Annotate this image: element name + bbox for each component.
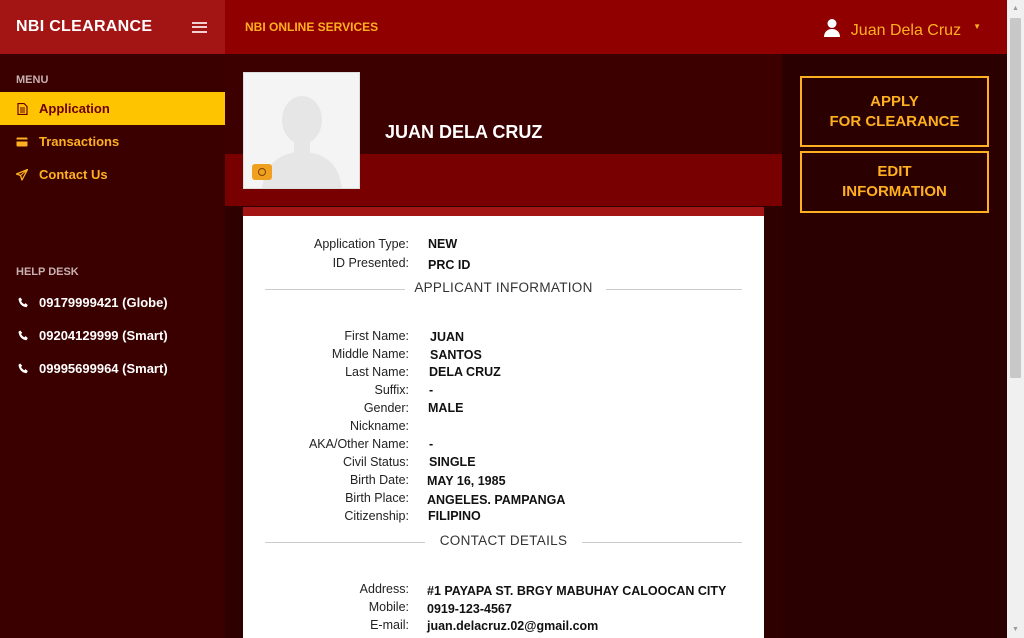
help-desk-label: HELP DESK: [16, 266, 79, 278]
field-label: Nickname:: [349, 419, 409, 433]
send-icon: [16, 168, 28, 181]
detail-row: Birth Place: ANGELES. PAMPANGA: [243, 491, 764, 509]
detail-row: Civil Status: SINGLE: [243, 455, 764, 473]
detail-row: E-mail: juan.delacruz.02@gmail.com: [243, 618, 764, 636]
chevron-down-icon: ▼: [973, 22, 981, 31]
field-value: #1 PAYAPA ST. BRGY MABUHAY CALOOCAN CITY: [427, 584, 727, 598]
scroll-down-arrow-icon[interactable]: ▼: [1007, 621, 1024, 638]
section-title: APPLICANT INFORMATION: [414, 280, 593, 295]
help-desk-phone: 09204129999 (Smart): [0, 319, 225, 352]
brand-bar: NBI CLEARANCE: [0, 0, 225, 54]
detail-row: Gender: MALE: [243, 401, 764, 419]
field-label: E-mail:: [370, 618, 409, 632]
section-contact-details: CONTACT DETAILS: [265, 533, 742, 551]
document-icon: [16, 102, 28, 115]
phone-number: 09204129999 (Smart): [39, 328, 168, 343]
top-bar-title: NBI ONLINE SERVICES: [245, 20, 379, 34]
user-name: Juan Dela Cruz: [850, 21, 962, 39]
button-label-line: INFORMATION: [842, 183, 947, 200]
field-label: Application Type:: [314, 237, 409, 251]
detail-row: Application Type: NEW: [243, 237, 764, 255]
detail-row: Last Name: DELA CRUZ: [243, 365, 764, 383]
scroll-up-arrow-icon[interactable]: ▲: [1007, 0, 1024, 17]
field-label: Address:: [359, 582, 409, 596]
sidebar-item-transactions[interactable]: Transactions: [0, 125, 225, 158]
field-value: FILIPINO: [428, 509, 481, 523]
section-title: CONTACT DETAILS: [439, 533, 568, 548]
hamburger-menu-icon[interactable]: [192, 21, 207, 33]
phone-number: 09995699964 (Smart): [39, 361, 168, 376]
help-desk-phone: 09995699964 (Smart): [0, 352, 225, 385]
field-value: ANGELES. PAMPANGA: [427, 493, 566, 507]
field-value: 0919-123-4567: [427, 602, 512, 616]
phone-icon: [18, 330, 29, 341]
field-value: JUAN: [430, 330, 465, 344]
field-label: Gender:: [363, 401, 409, 415]
actions-panel: APPLY FOR CLEARANCE EDIT INFORMATION: [782, 54, 1007, 638]
top-bar: NBI ONLINE SERVICES Juan Dela Cruz ▼: [225, 0, 1007, 54]
sidebar-item-label: Transactions: [39, 134, 120, 149]
field-label: Suffix:: [374, 383, 409, 397]
phone-icon: [18, 363, 29, 374]
brand-title: NBI CLEARANCE: [16, 18, 153, 35]
application-details-card: Application Type: NEW ID Presented: PRC …: [243, 207, 764, 638]
field-value: juan.delacruz.02@gmail.com: [427, 619, 599, 633]
detail-row: Citizenship: FILIPINO: [243, 509, 764, 527]
field-label: Middle Name:: [331, 347, 409, 361]
field-label: AKA/Other Name:: [308, 437, 409, 451]
sidebar-item-contact-us[interactable]: Contact Us: [0, 158, 225, 191]
field-value: -: [429, 437, 434, 451]
sidebar-item-application[interactable]: Application: [0, 92, 225, 125]
sidebar: NBI CLEARANCE MENU Application Transacti…: [0, 0, 225, 638]
phone-icon: [18, 297, 29, 308]
field-value: MAY 16, 1985: [427, 474, 506, 488]
field-value: MALE: [428, 401, 464, 415]
field-label: ID Presented:: [332, 256, 409, 270]
field-label: First Name:: [344, 329, 409, 343]
field-value: -: [429, 383, 434, 397]
field-label: Birth Place:: [345, 491, 409, 505]
camera-icon[interactable]: [252, 164, 272, 180]
field-label: Citizenship:: [344, 509, 409, 523]
button-label-line: APPLY: [870, 92, 919, 110]
phone-number: 09179999421 (Globe): [39, 295, 168, 310]
detail-row: First Name: JUAN: [243, 329, 764, 347]
detail-row: Middle Name: SANTOS: [243, 347, 764, 365]
field-label: Birth Date:: [349, 473, 409, 487]
profile-name: JUAN DELA CRUZ: [385, 122, 543, 142]
field-value: DELA CRUZ: [429, 365, 501, 379]
sidebar-item-label: Contact Us: [39, 167, 108, 182]
card-icon: [16, 136, 28, 148]
edit-information-button[interactable]: EDIT INFORMATION: [800, 151, 989, 213]
user-icon: [823, 18, 841, 43]
button-label-line: FOR CLEARANCE: [829, 112, 960, 130]
field-value: NEW: [428, 237, 458, 251]
main-content: JUAN DELA CRUZ Application Type: NEW ID …: [225, 54, 782, 638]
apply-for-clearance-button[interactable]: APPLY FOR CLEARANCE: [800, 76, 989, 147]
detail-row: Address: #1 PAYAPA ST. BRGY MABUHAY CALO…: [243, 582, 764, 600]
field-value: SINGLE: [429, 455, 476, 469]
detail-row: ID Presented: PRC ID: [243, 256, 764, 274]
detail-row: Birth Date: MAY 16, 1985: [243, 473, 764, 491]
scrollbar-thumb[interactable]: [1010, 18, 1021, 378]
help-desk-phone: 09179999421 (Globe): [0, 286, 225, 319]
user-menu[interactable]: Juan Dela Cruz ▼: [823, 18, 981, 43]
field-value: PRC ID: [428, 258, 471, 272]
field-label: Mobile:: [368, 600, 409, 614]
detail-row: Suffix: -: [243, 383, 764, 401]
profile-photo: [243, 72, 360, 189]
detail-row: Mobile: 0919-123-4567: [243, 600, 764, 618]
sidebar-item-label: Application: [39, 101, 110, 116]
field-label: Civil Status:: [343, 455, 409, 469]
detail-row: Nickname:: [243, 419, 764, 437]
vertical-scrollbar[interactable]: ▲ ▼: [1007, 0, 1024, 638]
menu-section-label: MENU: [16, 74, 49, 86]
section-applicant-information: APPLICANT INFORMATION: [265, 280, 742, 298]
button-label-line: EDIT: [877, 163, 912, 180]
field-label: Last Name:: [345, 365, 409, 379]
field-value: SANTOS: [430, 348, 482, 362]
detail-row: AKA/Other Name: -: [243, 437, 764, 455]
